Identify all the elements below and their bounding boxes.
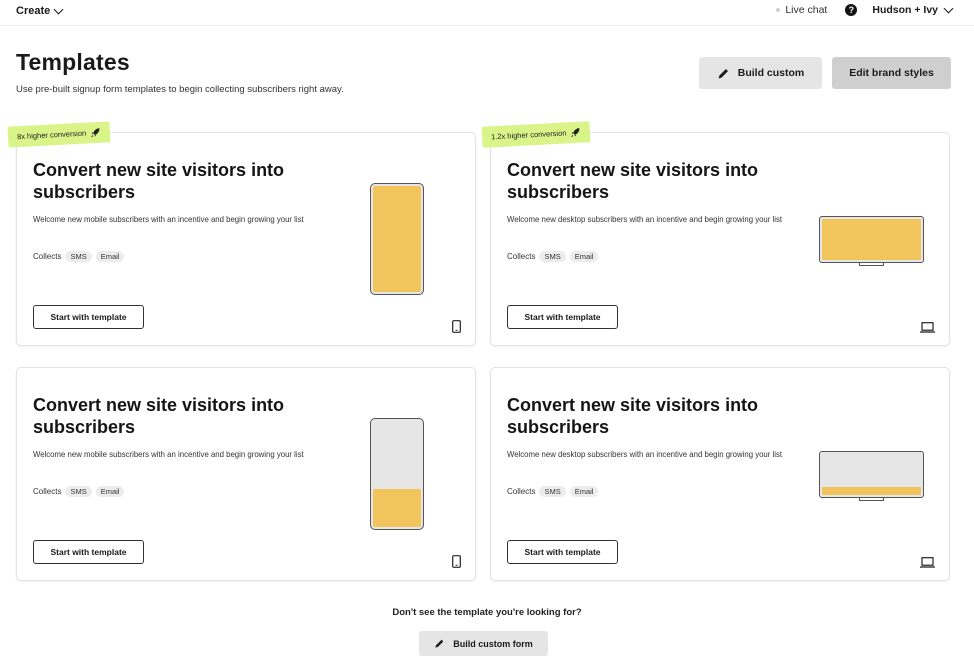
chevron-down-icon: [943, 3, 954, 14]
laptop-device-icon: [920, 322, 935, 333]
collects-label: Collects: [507, 487, 536, 496]
chip-sms: SMS: [539, 486, 566, 497]
live-chat-link[interactable]: Live chat: [776, 4, 827, 16]
collects-row: Collects SMS Email: [507, 251, 599, 262]
edit-brand-styles-button[interactable]: Edit brand styles: [832, 57, 951, 89]
build-custom-form-button[interactable]: Build custom form: [419, 631, 548, 656]
account-label: Hudson + Ivy: [872, 4, 938, 16]
page-subtitle: Use pre-built signup form templates to b…: [16, 84, 344, 95]
status-dot-icon: [776, 8, 781, 12]
desktop-preview: [819, 216, 924, 266]
collects-row: Collects SMS Email: [33, 251, 125, 262]
desktop-preview-stand: [859, 263, 884, 266]
card-title: Convert new site visitors into subscribe…: [33, 395, 285, 437]
account-menu[interactable]: Hudson + Ivy: [872, 3, 954, 16]
card-description: Welcome new desktop subscribers with an …: [507, 215, 783, 224]
collects-row: Collects SMS Email: [507, 486, 599, 497]
chip-email: Email: [569, 251, 599, 262]
preview-fill: [822, 486, 921, 495]
start-with-template-button[interactable]: Start with template: [507, 305, 618, 329]
card-description: Welcome new desktop subscribers with an …: [507, 450, 783, 459]
start-with-template-button[interactable]: Start with template: [33, 305, 144, 329]
top-right-controls: Live chat ? Hudson + Ivy: [776, 3, 954, 16]
chip-sms: SMS: [65, 486, 92, 497]
collects-label: Collects: [507, 252, 536, 261]
rocket-icon: [571, 128, 580, 138]
chip-sms: SMS: [539, 251, 566, 262]
collects-label: Collects: [33, 252, 62, 261]
live-chat-label: Live chat: [785, 4, 828, 16]
template-card: Convert new site visitors into subscribe…: [490, 367, 950, 581]
badge-label: 1.2x higher conversion: [490, 128, 567, 142]
edit-brand-styles-label: Edit brand styles: [849, 67, 934, 79]
start-with-template-button[interactable]: Start with template: [33, 540, 144, 564]
mobile-device-icon: [452, 555, 461, 568]
desktop-preview-screen: [819, 216, 924, 263]
mobile-preview: [370, 418, 424, 530]
desktop-preview: [819, 451, 924, 501]
help-icon[interactable]: ?: [845, 4, 858, 16]
top-bar: Create Live chat ? Hudson + Ivy: [0, 0, 974, 26]
preview-fill: [822, 219, 921, 260]
chip-email: Email: [95, 251, 125, 262]
chip-email: Email: [95, 486, 125, 497]
card-title: Convert new site visitors into subscribe…: [507, 160, 759, 202]
build-custom-form-label: Build custom form: [453, 638, 533, 649]
pencil-icon: [435, 639, 444, 648]
mobile-device-icon: [452, 320, 461, 333]
build-custom-button[interactable]: Build custom: [699, 57, 822, 89]
collects-label: Collects: [33, 487, 62, 496]
pencil-icon: [718, 68, 728, 78]
card-title: Convert new site visitors into subscribe…: [33, 160, 285, 202]
template-card: Convert new site visitors into subscribe…: [16, 367, 476, 581]
badge-label: 8x higher conversion: [16, 128, 87, 142]
start-with-template-button[interactable]: Start with template: [507, 540, 618, 564]
mobile-preview: [370, 183, 424, 295]
desktop-preview-stand: [859, 498, 884, 501]
create-menu[interactable]: Create: [16, 4, 64, 17]
card-description: Welcome new mobile subscribers with an i…: [33, 450, 304, 459]
chevron-down-icon: [53, 4, 64, 15]
chip-sms: SMS: [65, 251, 92, 262]
desktop-preview-screen: [819, 451, 924, 498]
build-custom-label: Build custom: [737, 67, 805, 79]
footer-prompt: Don't see the template you're looking fo…: [392, 607, 582, 618]
laptop-device-icon: [920, 557, 935, 568]
card-title: Convert new site visitors into subscribe…: [507, 395, 759, 437]
card-description: Welcome new mobile subscribers with an i…: [33, 215, 304, 224]
rocket-icon: [91, 128, 100, 138]
template-card: 8x higher conversion Convert new site vi…: [7, 121, 476, 346]
preview-fill: [373, 489, 421, 527]
collects-row: Collects SMS Email: [33, 486, 125, 497]
template-card: 1.2x higher conversion Convert new site …: [481, 121, 950, 346]
conversion-badge: 8x higher conversion: [7, 121, 111, 148]
create-menu-label: Create: [16, 5, 51, 17]
conversion-badge: 1.2x higher conversion: [481, 121, 591, 148]
chip-email: Email: [569, 486, 599, 497]
page-title: Templates: [16, 49, 130, 75]
preview-fill: [373, 186, 421, 292]
